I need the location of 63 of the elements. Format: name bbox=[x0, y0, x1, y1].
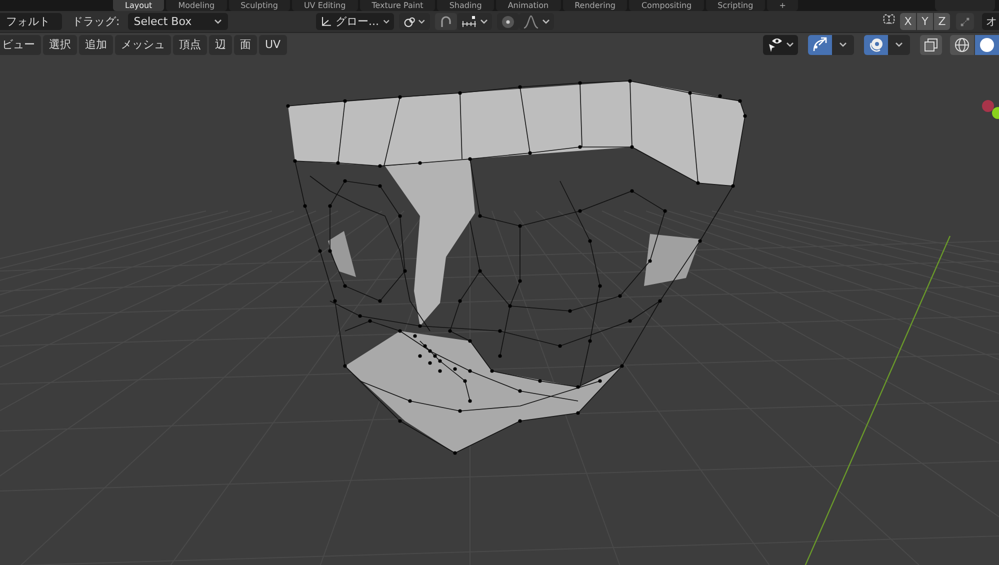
chevron-icon bbox=[382, 18, 390, 24]
workspace-tab[interactable]: Sculpting bbox=[228, 0, 290, 11]
dot-circle-icon bbox=[500, 14, 515, 28]
drag-label: ドラッグ: bbox=[72, 14, 120, 29]
eye-cursor-icon bbox=[767, 37, 783, 53]
chevron-icon bbox=[214, 18, 222, 24]
snap-target-dropdown[interactable] bbox=[456, 13, 492, 30]
workspace-tab[interactable]: + bbox=[767, 0, 798, 11]
shading-mode-button[interactable] bbox=[975, 35, 999, 55]
chevron-icon bbox=[839, 42, 847, 48]
menu-item[interactable]: 辺 bbox=[209, 35, 232, 55]
gizmo-arrow-icon bbox=[812, 37, 828, 53]
workspace-tab[interactable]: Animation bbox=[496, 0, 561, 11]
workspace-tab[interactable]: UV Editing bbox=[292, 0, 358, 11]
workspace-tab[interactable]: Scripting bbox=[706, 0, 766, 11]
solid-sphere-icon bbox=[979, 37, 995, 53]
preset-dropdown[interactable]: フォルト bbox=[0, 13, 62, 30]
overlay-toggle[interactable] bbox=[864, 35, 888, 55]
pivot-dropdown[interactable] bbox=[398, 13, 430, 30]
navigation-gizmo[interactable] bbox=[982, 100, 999, 119]
snap-toggle[interactable] bbox=[434, 13, 457, 30]
chevron-icon bbox=[480, 18, 488, 24]
vertex-merge-icon bbox=[960, 16, 970, 28]
increment-icon bbox=[460, 16, 477, 28]
chevron-icon bbox=[542, 18, 550, 24]
menu-item[interactable]: UV bbox=[259, 35, 287, 55]
chevron-icon bbox=[418, 18, 426, 24]
auto-merge-toggle[interactable] bbox=[956, 13, 974, 30]
menu-item[interactable]: ビュー bbox=[0, 35, 41, 55]
link-icon bbox=[402, 14, 416, 28]
options-menu[interactable]: オ bbox=[982, 13, 999, 30]
workspace-tab[interactable]: Texture Paint bbox=[360, 0, 436, 11]
drag-mode-dropdown[interactable]: Select Box bbox=[128, 13, 228, 30]
workspace-tab[interactable]: Rendering bbox=[562, 0, 628, 11]
gizmo-toggle[interactable] bbox=[808, 35, 832, 55]
axes-icon bbox=[320, 14, 332, 28]
workspace-tab[interactable]: Shading bbox=[437, 0, 494, 11]
chevron-icon bbox=[786, 42, 794, 48]
workspace-tab[interactable]: Modeling bbox=[166, 0, 227, 11]
shading-mode-button[interactable] bbox=[950, 35, 974, 55]
proportional-toggle[interactable] bbox=[496, 13, 519, 30]
magnet-icon bbox=[438, 14, 453, 28]
menu-item[interactable]: 追加 bbox=[79, 35, 113, 55]
orientation-dropdown[interactable]: グロー... bbox=[316, 13, 394, 30]
wire-globe-icon bbox=[954, 37, 970, 53]
menu-item[interactable]: 選択 bbox=[43, 35, 77, 55]
chevron-icon bbox=[895, 42, 903, 48]
xray-squares-icon bbox=[924, 38, 938, 52]
workspace-tab[interactable]: Compositing bbox=[629, 0, 704, 11]
overlay-dropdown[interactable] bbox=[888, 35, 910, 55]
menu-item[interactable]: 頂点 bbox=[173, 35, 207, 55]
xray-toggle[interactable] bbox=[920, 35, 942, 55]
falloff-dropdown[interactable] bbox=[518, 13, 554, 30]
selectability-dropdown[interactable] bbox=[763, 35, 798, 55]
mirror-axis-toggle[interactable]: Z bbox=[934, 13, 950, 30]
workspace-tab[interactable]: Layout bbox=[113, 0, 164, 11]
menu-item[interactable]: メッシュ bbox=[115, 35, 171, 55]
gizmo-dropdown[interactable] bbox=[832, 35, 854, 55]
mirror-axis-toggle[interactable]: Y bbox=[917, 13, 933, 30]
overlay-circles-icon bbox=[868, 37, 884, 53]
mirror-axis-toggle[interactable]: X bbox=[900, 13, 916, 30]
menu-item[interactable]: 面 bbox=[234, 35, 257, 55]
falloff-curve-icon bbox=[522, 14, 539, 28]
